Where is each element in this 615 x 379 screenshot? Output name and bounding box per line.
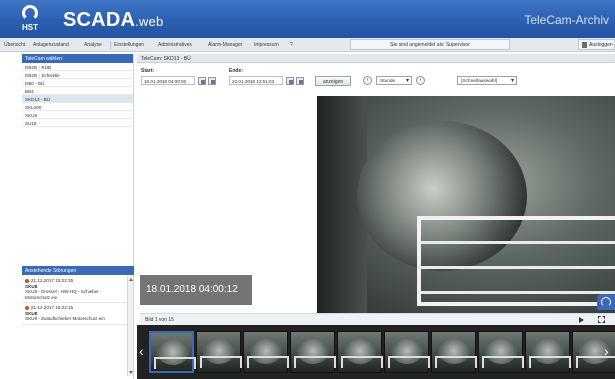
logged-in-status: Sie sind angemeldet als: Supervisor — [350, 39, 510, 50]
telecam-item[interactable]: SU18 — [22, 119, 133, 127]
app-title: SCADA.web — [63, 9, 163, 32]
end-clock-icon[interactable] — [296, 77, 304, 85]
end-input[interactable]: 22.01.2018 12:51:03 — [229, 76, 283, 85]
show-button[interactable]: anzeigen — [315, 76, 351, 86]
app-suffix: .web — [135, 14, 164, 29]
step-back-button[interactable]: ‹ — [363, 76, 372, 85]
menu-item-alarm-manager[interactable]: Alarm-Manager — [208, 42, 242, 48]
alarm-entry[interactable]: 21.12.2017 15:22:35 SKU8 SKU8 - Drossel - … — [22, 276, 128, 303]
left-panel: TeleCam wählen: DB2D - RÜB DB2D - Schwell… — [22, 54, 134, 379]
start-clock-icon[interactable] — [208, 77, 216, 85]
start-calendar-icon[interactable] — [198, 77, 206, 85]
thumbnail-next-icon[interactable]: › — [604, 343, 609, 359]
telecam-list-header: TeleCam wählen: — [22, 54, 133, 63]
app-name: SCADA — [63, 9, 136, 31]
hst-logo: HST — [17, 5, 43, 34]
app-header: HST SCADA.web TeleCam-Archiv — [0, 0, 615, 38]
image-counter-bar: Bild 1 von 15 — [140, 313, 615, 325]
camera-title: TeleCam: SKD13 - BÜ — [137, 54, 615, 63]
play-icon[interactable] — [579, 317, 584, 323]
camera-logo-icon — [597, 294, 615, 310]
fullscreen-icon[interactable] — [598, 316, 605, 323]
alarm-list: 21.12.2017 15:22:35 SKU8 SKU8 - Drossel - … — [22, 276, 128, 376]
telecam-item[interactable]: DB2D - RÜB — [22, 63, 133, 71]
telecam-item[interactable]: SKU8 — [22, 111, 133, 119]
logout-label: Ausloggen — [589, 42, 613, 48]
end-calendar-icon[interactable] — [286, 77, 294, 85]
grate-bar — [417, 266, 615, 269]
alarm-description: SKU8 - Zulaufschieber Motorschutz ein — [25, 316, 105, 321]
quick-select[interactable]: [Schnellauswahl] — [457, 76, 517, 85]
thumbnail-image[interactable] — [431, 331, 477, 373]
main-area: TeleCam: SKD13 - BÜ Start: 18.01.2018 04… — [137, 54, 615, 379]
alarm-list-header: Anstehende Störungen — [22, 266, 134, 275]
end-label: Ende: — [229, 68, 243, 74]
menu-item-einstellungen[interactable]: Einstellungen — [114, 42, 144, 48]
telecam-item[interactable]: DB2D - Schwelle — [22, 71, 133, 79]
telecam-list: DB2D - RÜB DB2D - Schwelle DB0 - BÜ BB4 SKD1… — [22, 63, 133, 127]
thumbnail-image[interactable] — [149, 331, 196, 373]
module-title: TeleCam-Archiv — [524, 13, 609, 27]
scroll-up-icon[interactable] — [129, 278, 133, 281]
thumbnail-image[interactable] — [337, 331, 383, 373]
image-timestamp: 18.01.2018 04:00:12 — [140, 275, 252, 305]
scroll-down-icon[interactable] — [129, 371, 133, 374]
thumbnail-image[interactable] — [384, 331, 430, 373]
camera-image[interactable] — [317, 96, 615, 313]
thumbnail-image[interactable] — [478, 331, 524, 373]
menu-separator — [110, 41, 111, 49]
step-forward-button[interactable]: › — [416, 76, 425, 85]
image-counter: Bild 1 von 15 — [145, 317, 174, 323]
telecam-item[interactable]: DB0 - BÜ — [22, 79, 133, 87]
thumbnail-image[interactable] — [290, 331, 336, 373]
menu-item-anlagenzustand[interactable]: Anlagenzustand — [33, 42, 69, 48]
logout-icon — [582, 42, 587, 48]
telecam-item[interactable]: SKL000 — [22, 103, 133, 111]
menu-item-uebersicht[interactable]: Übersicht — [4, 42, 25, 48]
grate-bar — [417, 241, 615, 244]
menu-item-help[interactable]: ? — [290, 42, 293, 48]
alarm-scrollbar[interactable] — [127, 276, 133, 376]
telecam-item[interactable]: SKD13 - BÜ — [22, 95, 133, 103]
grate-bar — [417, 291, 615, 294]
main-menu: Übersicht Anlagenzustand Analyse Einstel… — [0, 38, 615, 52]
start-label: Start: — [141, 68, 155, 74]
alarm-entry[interactable]: 21.12.2017 15:22:15 SKU8 SKU8 - Zulaufschi… — [22, 303, 128, 325]
alarm-description: SKU8 - Drossel - HW-HQ - Schieber - Moto… — [25, 289, 102, 300]
menu-item-administratives[interactable]: Administratives — [158, 42, 192, 48]
thumbnail-image[interactable] — [525, 331, 571, 373]
start-input[interactable]: 18.01.2018 04:00:00 — [141, 76, 195, 85]
thumbnail-prev-icon[interactable]: ‹ — [139, 343, 144, 359]
menu-item-impressum[interactable]: Impressum — [254, 42, 279, 48]
thumbnail-strip: ‹ › — [137, 325, 615, 379]
logout-button[interactable]: Ausloggen — [578, 39, 615, 50]
logo-text: HST — [22, 23, 38, 32]
step-select[interactable]: Stunde — [376, 76, 412, 85]
thumbnail-image[interactable] — [243, 331, 289, 373]
menu-item-analyse[interactable]: Analyse — [84, 42, 102, 48]
thumbnail-image[interactable] — [196, 331, 242, 373]
telecam-item[interactable]: BB4 — [22, 87, 133, 95]
